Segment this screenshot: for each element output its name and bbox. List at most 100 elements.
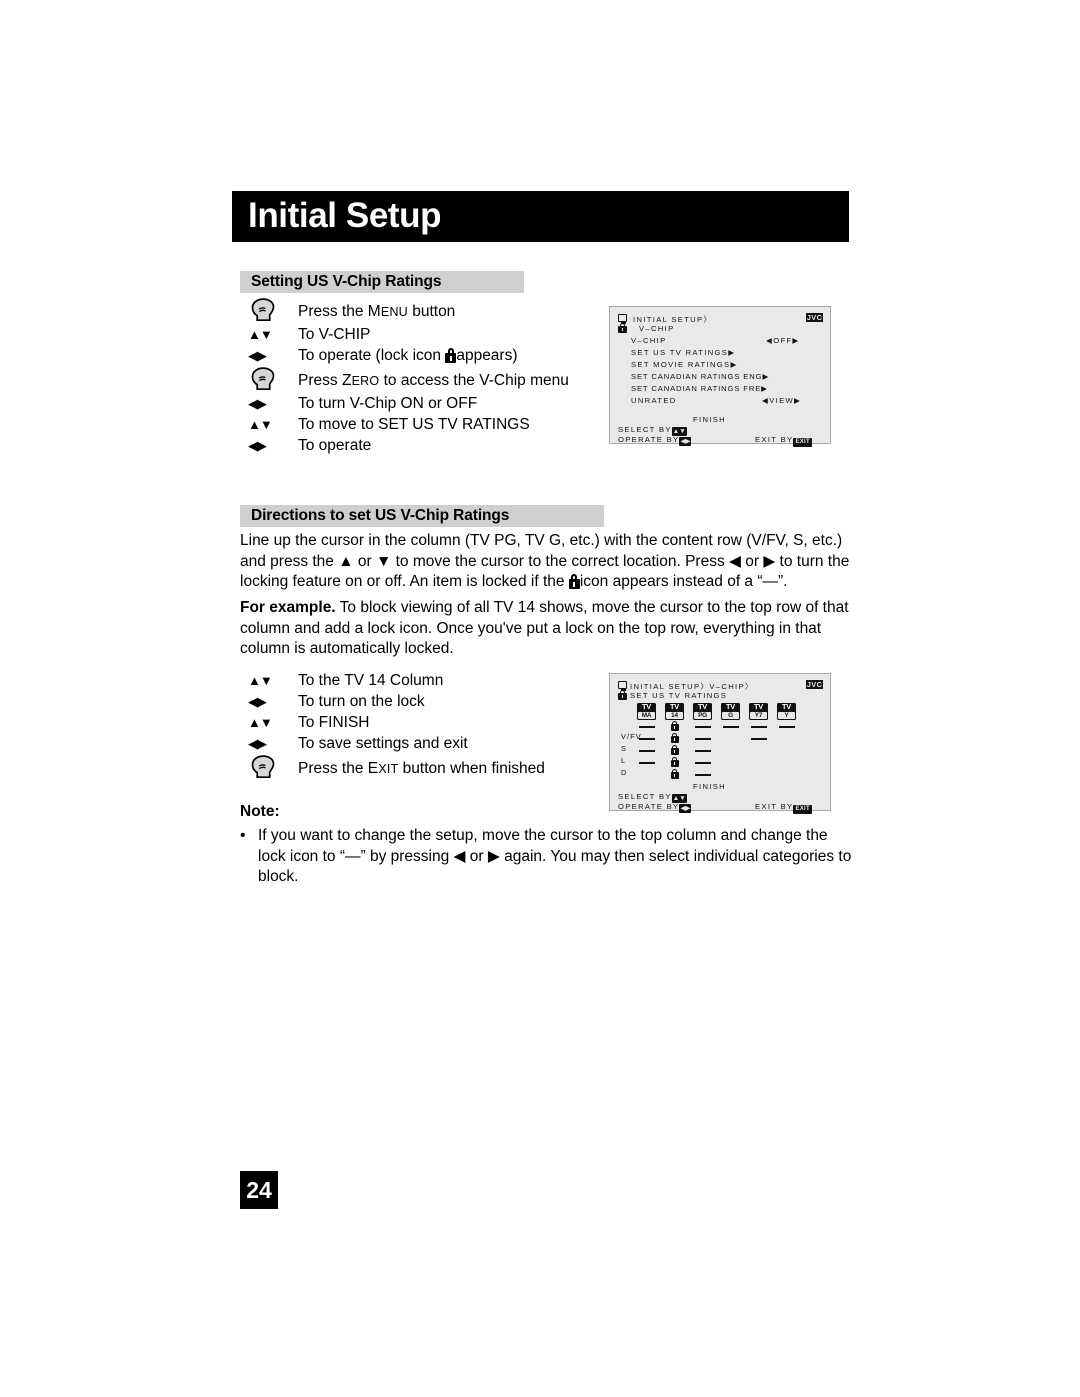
step-text: To save settings and exit	[298, 735, 468, 752]
section-heading-setting-label: Setting US V-Chip Ratings	[251, 273, 442, 290]
step-item: ▲▼ To V-CHIP	[240, 324, 569, 345]
directions-paragraph: Line up the cursor in the column (TV PG,…	[240, 531, 853, 593]
step-text: Press the EXIT button when finished	[298, 760, 545, 777]
press-button-hand-icon	[240, 297, 298, 323]
exit-key-glyph: EXIT	[793, 438, 812, 447]
page-number: 24	[240, 1171, 278, 1209]
step-item: ◀▶ To turn V-Chip ON or OFF	[240, 393, 569, 414]
rating-badge-pg[interactable]: TV PG	[693, 703, 712, 720]
note-bullet: • If you want to change the setup, move …	[240, 826, 853, 888]
ratings-cell-unlocked-dash[interactable]	[694, 726, 711, 728]
page-title: Initial Setup	[248, 195, 442, 235]
osd1-row-label-1[interactable]: SET US TV RATINGS▶	[631, 348, 735, 357]
rating-badge-top: TV	[669, 703, 680, 711]
osd1-finish-label[interactable]: FINISH	[693, 415, 726, 424]
rating-badge-top: TV	[753, 703, 764, 711]
osd1-row-label-2[interactable]: SET MOVIE RATINGS▶	[631, 360, 738, 369]
step-item: Press the EXIT button when finished	[240, 754, 545, 781]
monitor-icon	[618, 314, 627, 324]
left-right-arrows-icon: ◀▶	[248, 438, 267, 453]
step-text: To operate (lock icon appears)	[298, 347, 518, 364]
osd1-exit-by-label: EXIT BY	[755, 435, 794, 444]
ratings-row-label: L	[621, 756, 627, 765]
rating-badge-ma[interactable]: TV MA	[637, 703, 656, 720]
ratings-cell-unlocked-dash[interactable]	[638, 750, 655, 752]
section-heading-directions: Directions to set US V-Chip Ratings	[240, 505, 604, 527]
ratings-cell-unlocked-dash[interactable]	[750, 738, 767, 740]
rating-badge-y[interactable]: TV Y	[777, 703, 796, 720]
ratings-cell-unlocked-dash[interactable]	[694, 738, 711, 740]
chapter-banner: Initial Setup	[232, 191, 849, 242]
ratings-cell-unlocked-dash[interactable]	[638, 726, 655, 728]
section-heading-directions-label: Directions to set US V-Chip Ratings	[251, 507, 510, 524]
step-text: To turn V-Chip ON or OFF	[298, 395, 478, 412]
ratings-cell-unlocked-dash[interactable]	[638, 738, 655, 740]
left-right-arrows-icon: ◀▶	[248, 396, 267, 411]
ratings-cell-lock-icon[interactable]	[670, 769, 679, 779]
step-text: To move to SET US TV RATINGS	[298, 416, 530, 433]
osd1-row-label-4[interactable]: SET CANADIAN RATINGS FRE▶	[631, 384, 768, 393]
osd1-select-by-label: SELECT BY	[618, 425, 672, 434]
step-item: ▲▼ To FINISH	[240, 712, 545, 733]
exit-key-glyph: EXIT	[793, 805, 812, 814]
osd1-operate-by-label: OPERATE BY	[618, 435, 680, 444]
osd-screenshot-vchip-menu: JVC INITIAL SETUP〉 V–CHIP V–CHIP ◀OFF▶ S…	[609, 306, 831, 447]
leftright-key-glyph: ◀▶	[679, 804, 692, 813]
bullet-icon: •	[240, 827, 246, 844]
rating-badge-14[interactable]: TV 14	[665, 703, 684, 720]
ratings-cell-unlocked-dash[interactable]	[694, 774, 711, 776]
rating-badge-top: TV	[725, 703, 736, 711]
directions-paragraph-tail: icon appears instead of a “—”.	[579, 573, 788, 590]
left-right-arrows-icon: ◀▶	[248, 694, 267, 709]
ratings-cell-lock-icon[interactable]	[670, 757, 679, 767]
note-label: Note:	[240, 803, 280, 820]
step-item: ◀▶ To operate	[240, 435, 569, 456]
left-right-arrows-icon: ◀▶	[248, 736, 267, 751]
monitor-icon	[618, 681, 627, 691]
osd2-exit-by: EXIT BY EXIT	[755, 802, 812, 814]
osd2-exit-by-label: EXIT BY	[755, 802, 794, 811]
osd1-row-label-5[interactable]: UNRATED	[631, 396, 677, 405]
osd2-operate-by-label: OPERATE BY	[618, 802, 680, 811]
rating-badge-y7[interactable]: TV Y7	[749, 703, 768, 720]
step-text: To V-CHIP	[298, 326, 371, 343]
ratings-cell-unlocked-dash[interactable]	[694, 750, 711, 752]
step-item: Press ZERO to access the V-Chip menu	[240, 366, 569, 393]
osd1-row-value-5[interactable]: ◀VIEW▶	[762, 396, 801, 405]
osd1-row-label-3[interactable]: SET CANADIAN RATINGS ENG▶	[631, 372, 769, 381]
smallcaps-key-name: MENU	[367, 303, 408, 320]
osd1-row-label-0[interactable]: V–CHIP	[631, 336, 667, 345]
ratings-cell-lock-icon[interactable]	[670, 745, 679, 755]
rating-badge-top: TV	[641, 703, 652, 711]
ratings-cell-unlocked-dash[interactable]	[778, 726, 795, 728]
rating-badge-g[interactable]: TV G	[721, 703, 740, 720]
ratings-cell-unlocked-dash[interactable]	[722, 726, 739, 728]
step-text: To FINISH	[298, 714, 370, 731]
osd2-operate-by: OPERATE BY◀▶	[618, 802, 692, 813]
example-paragraph: For example. To block viewing of all TV …	[240, 598, 853, 660]
press-button-hand-icon	[240, 754, 298, 780]
osd2-finish-label[interactable]: FINISH	[693, 782, 726, 791]
ratings-cell-lock-icon[interactable]	[670, 721, 679, 731]
osd2-breadcrumb-line2: SET US TV RATINGS	[630, 691, 728, 700]
step-item: Press the MENU button	[240, 297, 569, 324]
lock-icon	[618, 690, 627, 700]
rating-badge-bottom: G	[722, 711, 739, 720]
step-item: ◀▶ To turn on the lock	[240, 691, 545, 712]
section-heading-setting: Setting US V-Chip Ratings	[240, 271, 524, 293]
rating-badge-bottom: PG	[694, 711, 711, 720]
ratings-cell-lock-icon[interactable]	[670, 733, 679, 743]
step-text: To turn on the lock	[298, 693, 425, 710]
osd1-row-value-0[interactable]: ◀OFF▶	[766, 336, 800, 345]
up-down-arrows-icon: ▲▼	[248, 715, 273, 730]
jvc-logo: JVC	[806, 680, 823, 689]
ratings-cell-unlocked-dash[interactable]	[694, 762, 711, 764]
ratings-cell-unlocked-dash[interactable]	[638, 762, 655, 764]
up-down-arrows-icon: ▲▼	[248, 417, 273, 432]
step-text: To operate	[298, 437, 372, 454]
ratings-cell-unlocked-dash[interactable]	[750, 726, 767, 728]
step-item: ▲▼ To move to SET US TV RATINGS	[240, 414, 569, 435]
jvc-logo: JVC	[806, 313, 823, 322]
osd2-select-by-label: SELECT BY	[618, 792, 672, 801]
osd1-breadcrumb-line2: V–CHIP	[639, 324, 675, 333]
